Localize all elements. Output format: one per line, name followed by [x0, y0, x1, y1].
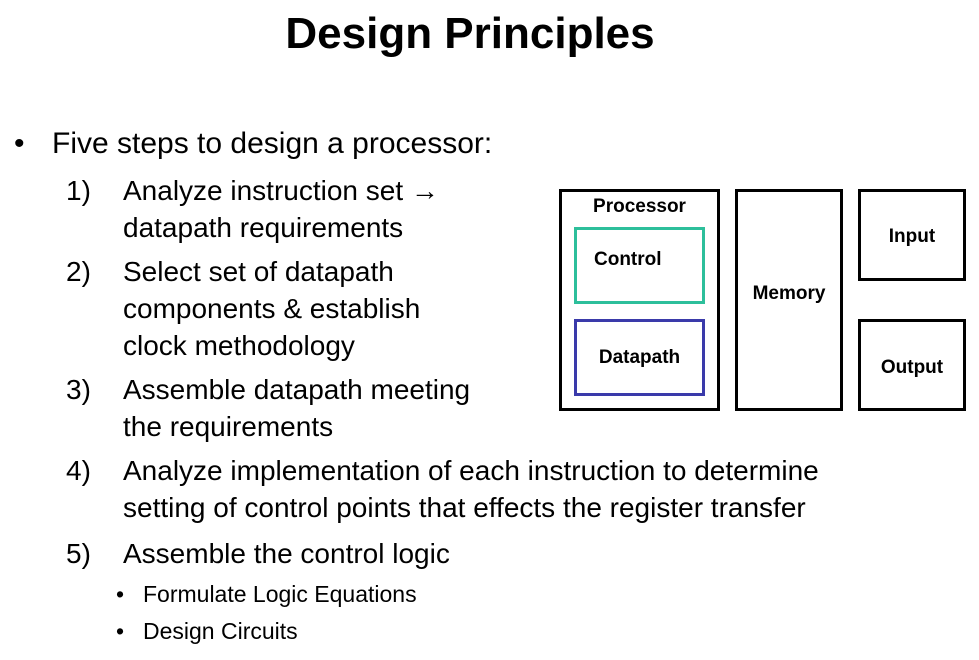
- step-line: Assemble datapath meeting: [123, 374, 471, 405]
- processor-label: Processor: [593, 196, 686, 217]
- input-label: Input: [888, 226, 936, 247]
- step-text: Select set of datapath components & esta…: [123, 253, 420, 364]
- step-line: setting of control points that effects t…: [123, 492, 806, 523]
- page-title: Design Principles: [285, 9, 655, 58]
- bullet-dot: •: [116, 618, 125, 644]
- output-label: Output: [880, 357, 944, 378]
- step-line: Select set of datapath: [123, 256, 394, 287]
- step-line: clock methodology: [123, 330, 355, 361]
- sub-bullet-text: Formulate Logic Equations: [143, 581, 417, 607]
- step-number: 1): [66, 175, 91, 206]
- step-line: components & establish: [123, 293, 421, 324]
- step-text: Assemble datapath meeting the requiremen…: [123, 371, 470, 445]
- control-label: Control: [594, 249, 662, 270]
- datapath-label: Datapath: [598, 347, 681, 368]
- step-line: Analyze implementation of each instructi…: [123, 455, 819, 486]
- sub-bullet-text: Design Circuits: [143, 618, 298, 644]
- step-number: 2): [66, 256, 91, 287]
- step-text: Analyze instruction set → datapath requi…: [123, 172, 439, 246]
- step-line: the requirements: [123, 411, 334, 442]
- step-text: Analyze implementation of each instructi…: [123, 452, 819, 526]
- memory-label: Memory: [752, 283, 826, 304]
- step-line: Analyze instruction set →: [123, 175, 439, 206]
- step-line: datapath requirements: [123, 212, 404, 243]
- step-text: Assemble the control logic: [123, 535, 450, 572]
- main-bullet-text: Five steps to design a processor:: [52, 127, 493, 160]
- step-number: 5): [66, 538, 91, 569]
- step-number: 4): [66, 455, 91, 486]
- step-line: Assemble the control logic: [123, 538, 450, 569]
- bullet-dot: •: [116, 581, 125, 607]
- bullet-dot: •: [14, 127, 25, 160]
- step-number: 3): [66, 374, 91, 405]
